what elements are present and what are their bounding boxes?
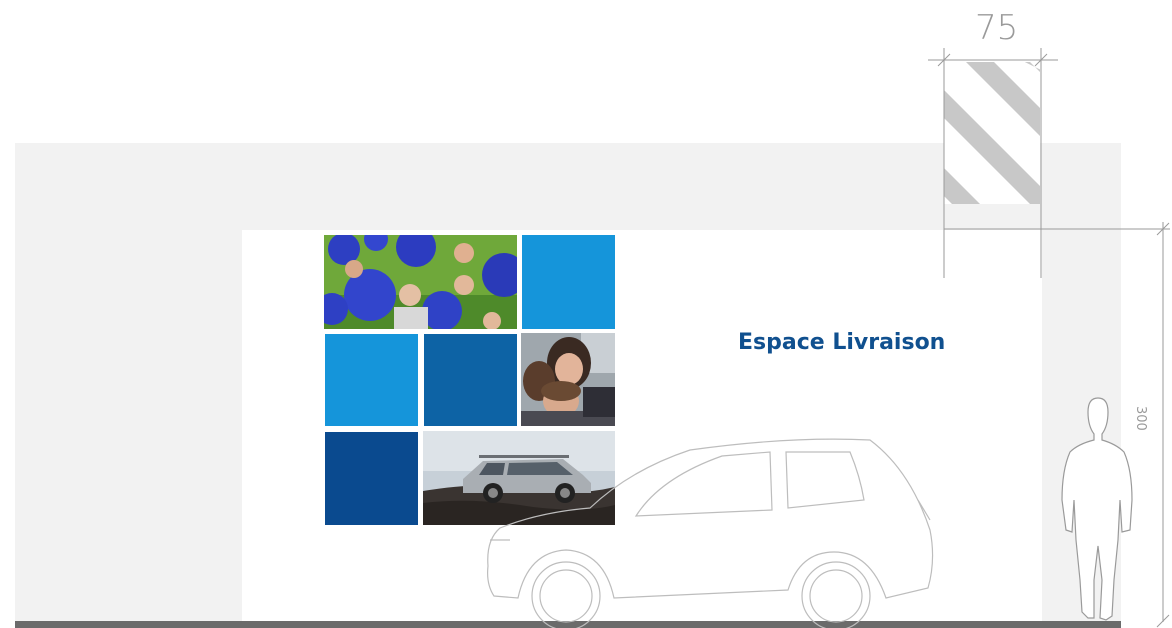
right-dimension-line [1156, 222, 1170, 628]
hatch-pattern-icon [944, 62, 1040, 204]
car-outline-icon [487, 438, 934, 628]
person-silhouette-icon [1061, 397, 1133, 621]
right-dimension-label: 300 [1133, 406, 1148, 431]
drawing-overlay [487, 48, 1170, 628]
top-dimension-label: 75 [975, 8, 1019, 48]
